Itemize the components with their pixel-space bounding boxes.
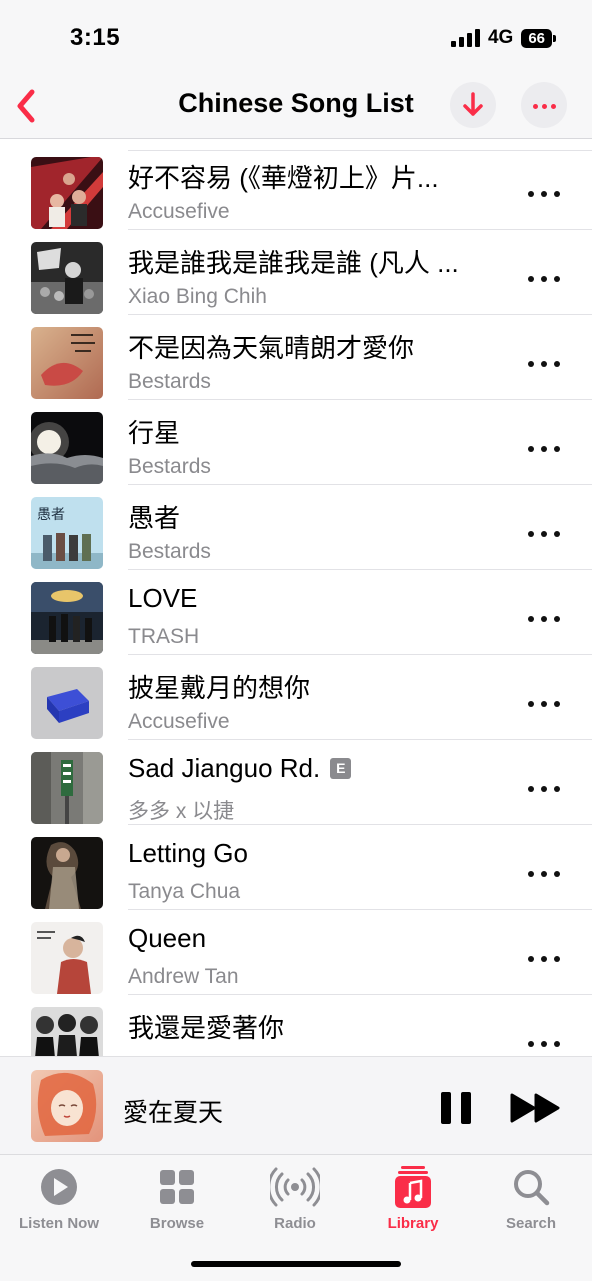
album-art [31,1007,103,1056]
now-playing-art [31,1070,103,1142]
tab-library[interactable]: Library [354,1163,472,1232]
home-indicator[interactable] [191,1261,401,1267]
song-more-button[interactable] [528,354,560,374]
album-art [31,667,103,739]
tab-radio[interactable]: Radio [236,1163,354,1232]
fast-forward-button[interactable] [510,1093,562,1123]
status-indicators: 4G 66 [450,27,556,49]
song-title: 好不容易 (《華燈初上》片... [128,163,439,193]
network-type: 4G [487,27,514,48]
song-more-button[interactable] [528,779,560,799]
song-title: 不是因為天氣晴朗才愛你 [128,333,415,363]
song-row[interactable]: 不是因為天氣晴朗才愛你 Bestards [0,308,592,400]
song-list[interactable]: 好不容易 (《華燈初上》片... Accusefive 我是誰我是誰我是誰 (凡… [0,138,592,1056]
tab-label: Library [387,1215,439,1232]
song-more-button[interactable] [528,694,560,714]
song-row[interactable]: 好不容易 (《華燈初上》片... Accusefive [0,138,592,230]
play-circle-icon [41,1169,77,1205]
tab-label: Radio [274,1215,316,1232]
status-bar: 3:15 4G 66 [0,0,592,80]
pause-button[interactable] [441,1092,471,1124]
broadcast-icon [270,1167,320,1207]
song-row[interactable]: 愚者 愚者 Bestards [0,478,592,570]
now-playing-title: 愛在夏天 [123,1099,224,1127]
signal-icon [450,29,480,47]
song-row[interactable]: 行星 Bestards [0,393,592,485]
song-title-text: Sad Jianguo Rd. [128,753,321,783]
song-title: 行星 [128,418,181,448]
tab-label: Browse [149,1215,205,1232]
song-more-button[interactable] [528,269,560,289]
album-art [31,157,103,229]
tab-browse[interactable]: Browse [118,1163,236,1232]
song-row[interactable]: Queen Andrew Tan [0,903,592,995]
tab-listen-now[interactable]: Listen Now [0,1163,118,1232]
song-more-button[interactable] [528,864,560,884]
song-title: 披星戴月的想你 [128,673,311,703]
status-time: 3:15 [70,24,121,51]
album-art [31,922,103,994]
download-arrow-icon [463,92,483,116]
song-more-button[interactable] [528,439,560,459]
song-artist: Andrew Tan [128,965,239,988]
song-more-button[interactable] [528,609,560,629]
explicit-badge: E [330,757,352,779]
album-art [31,327,103,399]
song-artist: Bestards [128,540,211,563]
song-row[interactable]: Sad Jianguo Rd. E 多多 x 以捷 [0,733,592,825]
tab-label: Search [505,1215,557,1232]
magnifier-icon [514,1170,550,1206]
music-note-icon [395,1166,431,1208]
fast-forward-icon [510,1093,560,1123]
song-artist: TRASH [128,625,200,648]
song-artist: Xiao Bing Chih [128,285,267,308]
song-artist: Tanya Chua [128,880,241,903]
song-more-button[interactable] [528,1034,560,1054]
song-more-button[interactable] [528,949,560,969]
album-art [31,837,103,909]
song-title: 我還是愛著你 [128,1013,285,1043]
song-row[interactable]: 我是誰我是誰我是誰 (凡人 ... Xiao Bing Chih [0,223,592,315]
ellipsis-icon [531,96,558,114]
album-art [31,412,103,484]
song-title: Queen [128,923,207,953]
song-row[interactable]: 我還是愛著你 [0,988,592,1056]
battery-icon: 66 [521,28,556,48]
song-more-button[interactable] [528,524,560,544]
song-artist: Accusefive [128,710,230,733]
album-art [31,242,103,314]
song-title: LOVE [128,583,198,613]
album-art [31,752,103,824]
song-title: 愚者 [128,503,181,533]
more-options-button[interactable] [521,82,567,128]
tab-search[interactable]: Search [472,1163,590,1232]
svg-text:愚者: 愚者 [37,507,65,523]
song-row[interactable]: 披星戴月的想你 Accusefive [0,648,592,740]
pause-icon [441,1092,451,1124]
song-row[interactable]: Letting Go Tanya Chua [0,818,592,910]
grid-icon [160,1170,194,1204]
tab-label: Listen Now [18,1215,99,1232]
song-artist: Accusefive [128,200,230,223]
song-title: 我是誰我是誰我是誰 (凡人 ... [128,248,459,278]
song-artist: Bestards [128,370,211,393]
nav-bar: Chinese Song List [0,80,592,139]
song-title: Sad Jianguo Rd. E [128,753,503,784]
album-art: 愚者 [31,497,103,569]
mini-player[interactable]: 愛在夏天 [0,1056,592,1155]
page-title: Chinese Song List [178,88,414,118]
download-button[interactable] [450,82,496,128]
song-title: Letting Go [128,838,248,868]
song-artist: Bestards [128,455,211,478]
song-more-button[interactable] [528,184,560,204]
album-art [31,582,103,654]
song-row[interactable]: LOVE TRASH [0,563,592,655]
